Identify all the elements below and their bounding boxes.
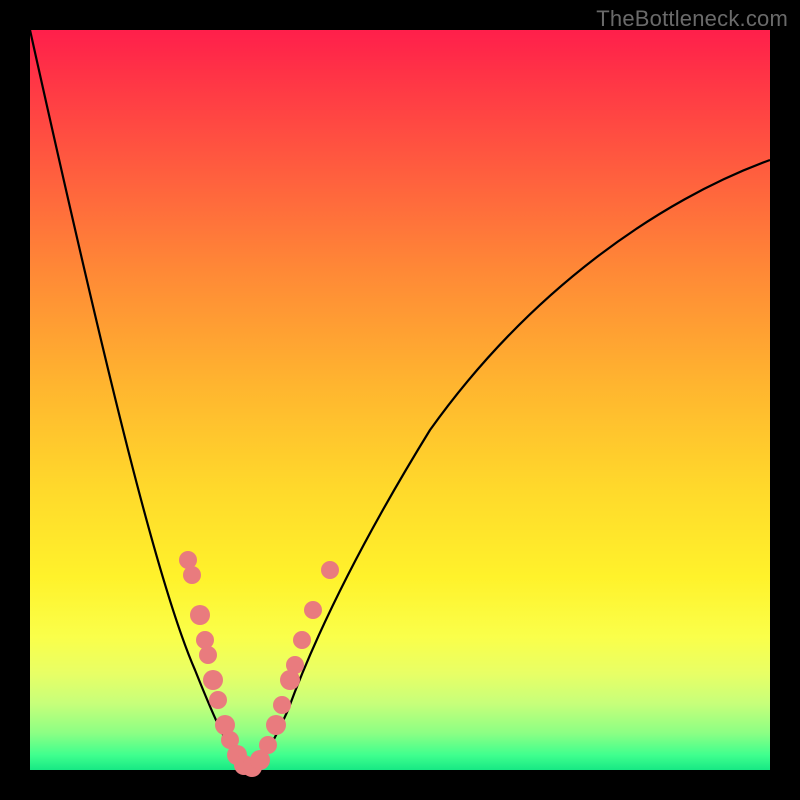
data-dot: [183, 566, 201, 584]
data-dot: [196, 631, 214, 649]
data-dot: [321, 561, 339, 579]
watermark-text: TheBottleneck.com: [596, 6, 788, 32]
data-dot: [293, 631, 311, 649]
data-dot: [190, 605, 210, 625]
bottleneck-curve: [30, 30, 770, 768]
data-dot: [286, 656, 304, 674]
chart-frame: TheBottleneck.com: [0, 0, 800, 800]
data-dot: [259, 736, 277, 754]
data-dot: [203, 670, 223, 690]
plot-area: [30, 30, 770, 770]
curve-layer: [30, 30, 770, 770]
data-dot: [266, 715, 286, 735]
data-dot: [304, 601, 322, 619]
data-dot: [209, 691, 227, 709]
data-dot: [273, 696, 291, 714]
data-dot: [199, 646, 217, 664]
data-dots: [179, 551, 339, 777]
